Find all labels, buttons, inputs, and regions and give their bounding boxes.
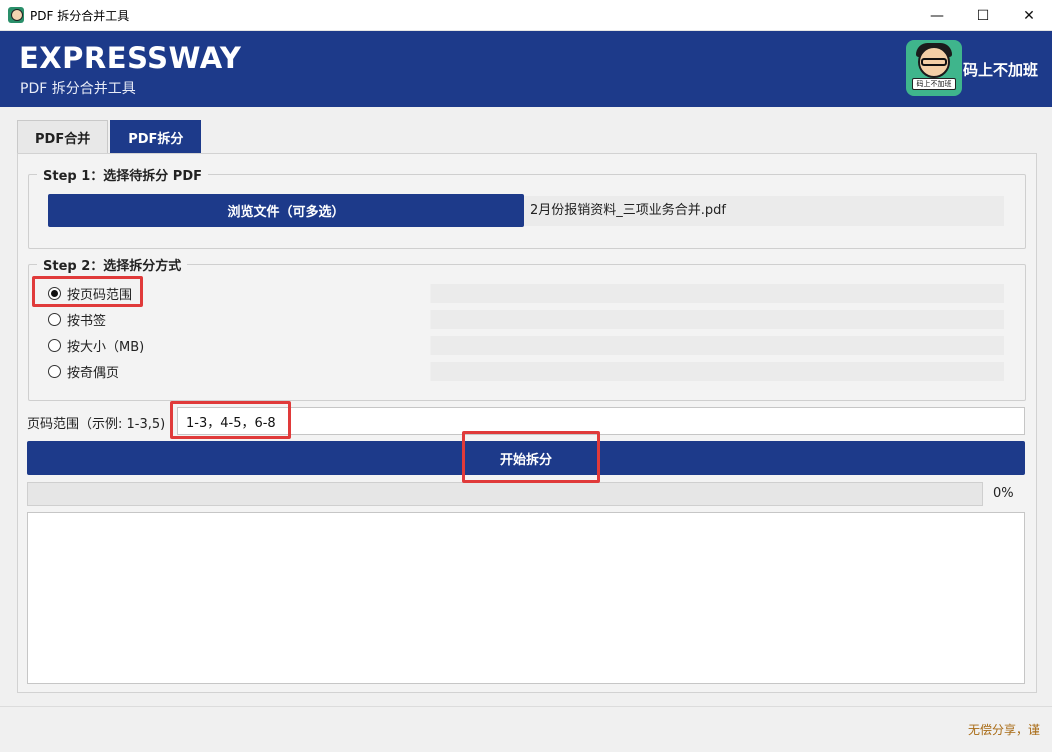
avatar: 码上不加班 bbox=[906, 40, 962, 96]
maximize-button[interactable]: ☐ bbox=[960, 0, 1006, 31]
radio-unchecked-icon[interactable] bbox=[48, 365, 61, 378]
radio-unchecked-icon[interactable] bbox=[48, 313, 61, 326]
tab-pdf-split[interactable]: PDF拆分 bbox=[110, 120, 202, 154]
radio-label: 按页码范围 bbox=[67, 288, 133, 303]
tab-pdf-merge[interactable]: PDF合并 bbox=[17, 120, 109, 154]
step1-legend: Step 1：选择待拆分 PDF bbox=[43, 169, 202, 184]
status-text: 无偿分享，谨 bbox=[967, 723, 1040, 737]
radio-label: 按书签 bbox=[67, 314, 107, 329]
brand-subtitle: PDF 拆分合并工具 bbox=[20, 81, 136, 97]
tab-bar: PDF合并 PDF拆分 bbox=[17, 120, 202, 154]
progress-bar bbox=[27, 482, 983, 506]
page-range-input[interactable] bbox=[177, 407, 1025, 435]
radio-option-page-range[interactable]: 按页码范围 bbox=[48, 284, 1004, 303]
avatar-sign: 码上不加班 bbox=[912, 78, 956, 90]
avatar-glasses-icon bbox=[921, 58, 947, 66]
radio-unchecked-icon[interactable] bbox=[48, 339, 61, 352]
selected-file-name: 2月份报销资料_三项业务合并.pdf bbox=[524, 196, 1004, 226]
progress-percent: 0% bbox=[993, 486, 1014, 501]
start-split-button[interactable]: 开始拆分 bbox=[27, 441, 1025, 475]
radio-label: 按大小（MB) bbox=[67, 340, 145, 355]
app-icon bbox=[8, 7, 24, 23]
window-controls: — ☐ ✕ bbox=[914, 0, 1052, 31]
radio-option-bookmark[interactable]: 按书签 bbox=[48, 310, 1004, 329]
log-output[interactable] bbox=[27, 512, 1025, 684]
radio-option-size[interactable]: 按大小（MB) bbox=[48, 336, 1004, 355]
radio-checked-icon[interactable] bbox=[48, 287, 61, 300]
split-panel: Step 1：选择待拆分 PDF 浏览文件（可多选） 2月份报销资料_三项业务合… bbox=[17, 153, 1037, 693]
browse-files-button[interactable]: 浏览文件（可多选） bbox=[48, 194, 524, 227]
minimize-button[interactable]: — bbox=[914, 0, 960, 31]
close-button[interactable]: ✕ bbox=[1006, 0, 1052, 31]
step2-legend: Step 2：选择拆分方式 bbox=[43, 259, 182, 274]
status-bar: 无偿分享，谨 bbox=[0, 706, 1052, 752]
app-header: EXPRESSWAY PDF 拆分合并工具 码上不加班 码上不加班 bbox=[0, 31, 1052, 107]
header-right-label: 码上不加班 bbox=[963, 61, 1039, 79]
title-bar: PDF 拆分合并工具 — ☐ ✕ bbox=[0, 0, 1052, 31]
radio-label: 按奇偶页 bbox=[67, 366, 120, 381]
brand-title: EXPRESSWAY bbox=[19, 41, 242, 75]
page-range-label: 页码范围（示例: 1-3,5) bbox=[27, 417, 166, 432]
window-title: PDF 拆分合并工具 bbox=[30, 8, 130, 23]
radio-option-odd-even[interactable]: 按奇偶页 bbox=[48, 362, 1004, 381]
